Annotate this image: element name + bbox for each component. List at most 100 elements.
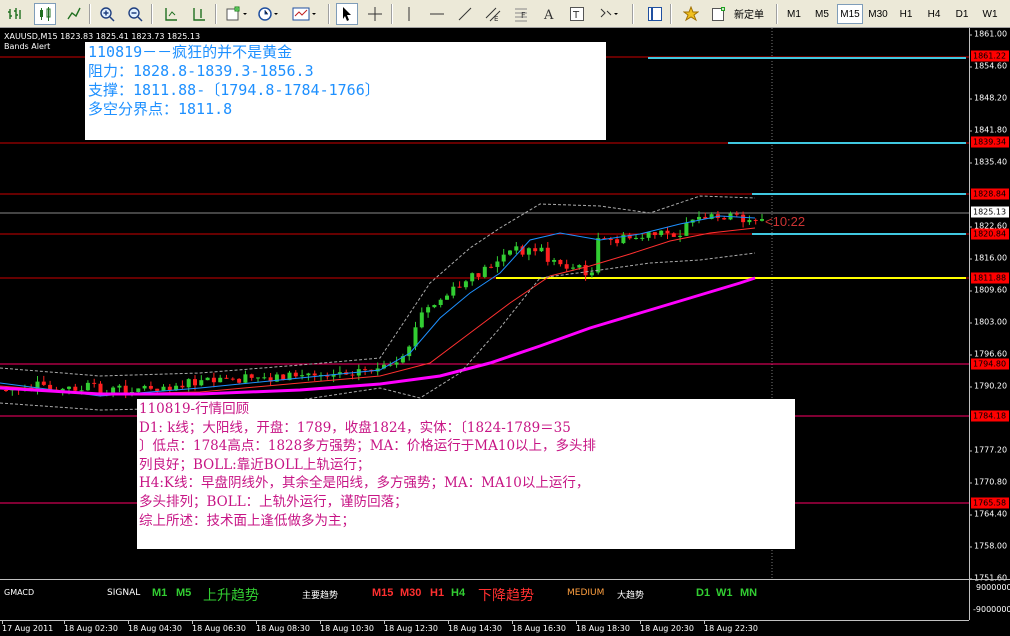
bear-candle <box>73 386 78 391</box>
timeframe-h1-button[interactable]: H1 <box>893 4 919 24</box>
bar-countdown: <10:22 <box>765 214 806 229</box>
note-line: H4:K线：早盘阴线外，其余全是阳线，多方强势；MA：MA10以上运行， <box>139 475 590 492</box>
bear-candle <box>741 214 746 223</box>
bull-candle <box>552 259 557 262</box>
time-axis[interactable]: 17 Aug 2011 18 Aug 02:30 18 Aug 04:30 18 Au… <box>0 620 969 636</box>
timeframe-w1-button[interactable]: W1 <box>977 4 1003 24</box>
bull-candle <box>678 235 683 237</box>
bear-candle <box>608 238 613 240</box>
bear-candle <box>4 390 8 391</box>
bull-candle <box>514 246 519 251</box>
bull-candle <box>199 380 204 386</box>
bear-candle <box>533 248 538 252</box>
level-price-label: 1811.88 <box>971 272 1009 284</box>
text-icon[interactable]: A <box>538 3 560 25</box>
price-tick: 1796.60 <box>968 349 1008 359</box>
time-tick: 18 Aug 08:30 <box>256 621 310 633</box>
bull-candle <box>142 385 147 389</box>
bull-candle <box>539 247 544 252</box>
tf-low-m1: M1 <box>152 587 168 599</box>
favorites-icon[interactable] <box>680 3 702 25</box>
chart-window[interactable]: XAUUSD,M15 1823.83 1825.41 1823.73 1825.… <box>0 28 1010 636</box>
templates-icon[interactable] <box>290 3 320 25</box>
bull-candle <box>85 382 90 391</box>
bear-candle <box>167 386 172 391</box>
timeframe-m15-button[interactable]: M15 <box>837 4 863 24</box>
tf-mid-h4: H4 <box>451 587 466 599</box>
timeframe-m5-button[interactable]: M5 <box>809 4 835 24</box>
note-line: 列良好；BOLL:靠近BOLL上轨运行； <box>139 456 371 473</box>
bull-candle <box>432 305 437 308</box>
vertical-line-icon[interactable] <box>398 3 420 25</box>
fibonacci-icon[interactable]: F <box>510 3 532 25</box>
analysis-note-bottom[interactable]: 110819-行情回顾 D1: k线；大阳线，开盘：1789，收盘1824，实体：… <box>137 399 795 549</box>
bull-candle <box>306 373 311 376</box>
bull-candle <box>426 307 431 313</box>
bull-candle <box>111 387 116 393</box>
level-price-label: 1784.18 <box>971 410 1009 422</box>
time-tick: 18 Aug 04:30 <box>128 621 182 633</box>
bear-candle <box>98 383 103 394</box>
note-line: 多头排列；BOLL：上轨外运行，谨防回落； <box>139 493 408 510</box>
current-price-label: 1825.13 <box>971 206 1009 218</box>
trend-down-label: 下降趋势 <box>478 588 534 604</box>
bull-candle <box>495 261 500 267</box>
new-order-button[interactable]: 新定单 <box>734 6 764 21</box>
zoom-in-icon[interactable] <box>96 3 118 25</box>
bar-chart-icon[interactable] <box>4 3 26 25</box>
bull-candle <box>646 232 651 238</box>
note-line: 多空分界点：1811.8 <box>88 100 233 118</box>
add-indicator-icon[interactable] <box>224 3 250 25</box>
bear-candle <box>545 247 550 262</box>
timeframe-d1-button[interactable]: D1 <box>949 4 975 24</box>
medium-label: MEDIUM <box>567 588 605 598</box>
line-chart-icon[interactable] <box>63 3 85 25</box>
navigator-icon[interactable] <box>644 3 666 25</box>
bear-candle <box>312 373 317 376</box>
text-label-icon[interactable]: T <box>566 3 588 25</box>
tf-high-w1: W1 <box>716 587 733 599</box>
equidistant-channel-icon[interactable]: E <box>482 3 504 25</box>
timeframe-m30-button[interactable]: M30 <box>865 4 891 24</box>
arrows-icon[interactable] <box>596 3 622 25</box>
candlestick-icon[interactable] <box>34 3 56 25</box>
price-axis[interactable]: 1861.00 1854.60 1848.20 1841.80 1835.40 1822.… <box>968 28 1010 584</box>
time-tick: 18 Aug 10:30 <box>320 621 374 633</box>
time-tick: 17 Aug 2011 <box>2 621 54 633</box>
gmacd-subwindow[interactable]: GMACD SIGNAL M1 M5 上升趋势 主要趋势 M15 M30 H1 … <box>0 579 969 620</box>
auto-scroll-icon[interactable] <box>160 3 182 25</box>
chart-shift-icon[interactable] <box>188 3 210 25</box>
bull-candle <box>747 219 752 223</box>
new-order-icon[interactable] <box>708 3 730 25</box>
price-tick: 1790.20 <box>968 381 1008 391</box>
timeframe-h4-button[interactable]: H4 <box>921 4 947 24</box>
price-tick: 1770.80 <box>968 477 1008 487</box>
bear-candle <box>224 377 229 379</box>
bull-candle <box>117 385 122 388</box>
tf-mid-m30: M30 <box>400 587 422 599</box>
bull-candle <box>760 219 764 221</box>
bull-candle <box>577 265 582 268</box>
bull-candle <box>419 312 424 328</box>
bear-candle <box>615 239 620 244</box>
level-price-label: 1839.34 <box>971 136 1009 148</box>
bear-candle <box>564 264 569 269</box>
timeframe-m1-button[interactable]: M1 <box>781 4 807 24</box>
price-tick: 1758.00 <box>968 541 1008 551</box>
zoom-out-icon[interactable] <box>124 3 146 25</box>
trendline-icon[interactable] <box>454 3 476 25</box>
bull-candle <box>79 390 84 392</box>
tf-high-d1: D1 <box>696 587 711 599</box>
big-trend-label: 大趋势 <box>617 591 645 601</box>
crosshair-icon[interactable] <box>364 3 386 25</box>
bear-candle <box>489 266 494 268</box>
bull-candle <box>596 238 601 273</box>
horizontal-line-icon[interactable] <box>426 3 448 25</box>
cursor-icon[interactable] <box>336 3 358 25</box>
time-tick: 18 Aug 20:30 <box>640 621 694 633</box>
periods-icon[interactable] <box>256 3 282 25</box>
analysis-note-top[interactable]: 110819－－疯狂的并不是黄金 阻力：1828.8-1839.3-1856.3 支… <box>85 42 606 140</box>
bear-candle <box>350 374 355 376</box>
note-line: 〕低点：1784高点：1828多方强势；MA：价格运行于MA10以上，多头排 <box>139 438 597 455</box>
note-line: D1: k线；大阳线，开盘：1789，收盘1824，实体：〔1824-1789＝… <box>139 419 571 436</box>
